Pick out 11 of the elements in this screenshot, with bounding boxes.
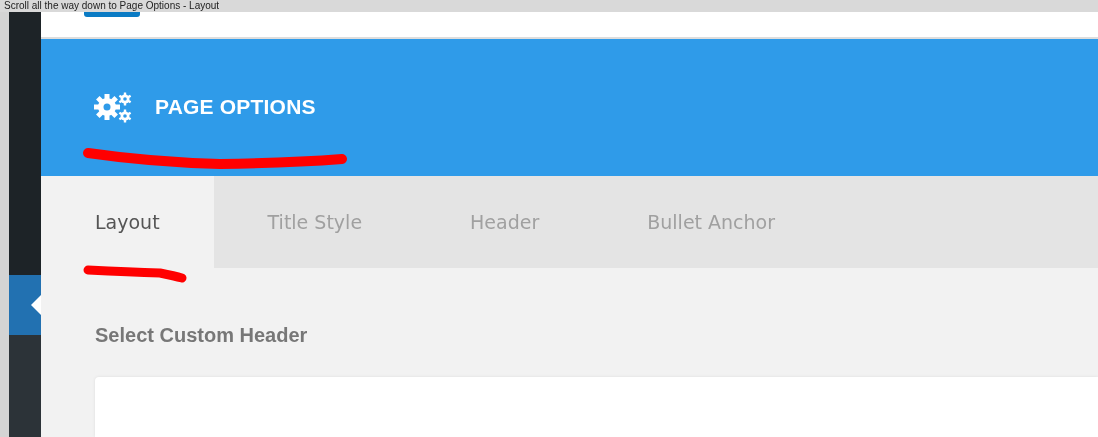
tab[interactable]: Bullet Anchor xyxy=(593,175,830,268)
panel-title: PAGE OPTIONS xyxy=(155,95,316,120)
button-edge[interactable] xyxy=(84,12,140,17)
sidebar-item[interactable] xyxy=(9,275,41,335)
tab[interactable]: Layout xyxy=(41,175,214,268)
pointer-icon xyxy=(31,295,41,315)
field-label: Select Custom Header xyxy=(95,324,308,347)
tab[interactable]: Title Style xyxy=(213,175,417,268)
gears-icon xyxy=(93,91,133,124)
tab[interactable]: Header xyxy=(416,175,594,268)
caption-text: Scroll all the way down to Page Options - Layout xyxy=(4,0,220,12)
